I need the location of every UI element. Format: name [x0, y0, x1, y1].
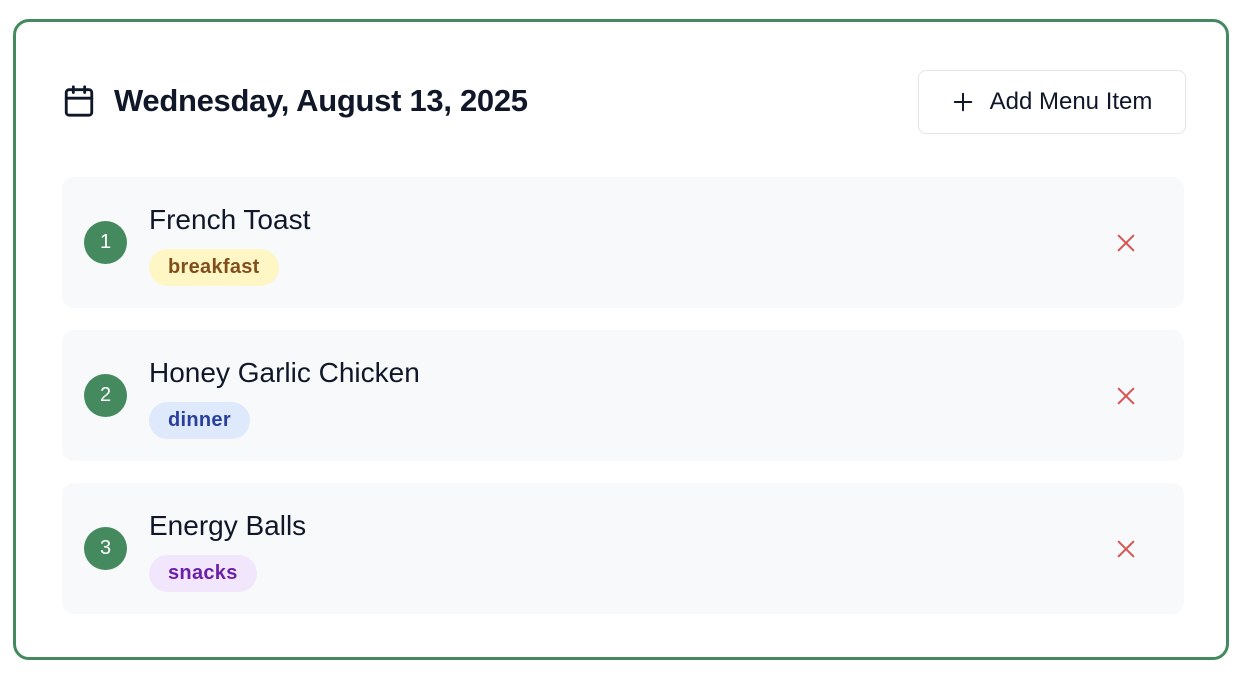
date-heading: Wednesday, August 13, 2025: [62, 68, 528, 134]
remove-item-button[interactable]: [1104, 527, 1147, 570]
item-name: Honey Garlic Chicken: [149, 357, 420, 388]
close-icon: [1115, 385, 1137, 407]
item-number-badge: 1: [84, 221, 127, 264]
category-badge: dinner: [149, 402, 250, 439]
category-badge: breakfast: [149, 249, 279, 286]
menu-day-card: Wednesday, August 13, 2025 Add Menu Item…: [13, 19, 1229, 660]
add-menu-item-button[interactable]: Add Menu Item: [918, 70, 1186, 134]
category-badge: snacks: [149, 555, 257, 592]
page-title: Wednesday, August 13, 2025: [114, 83, 528, 118]
item-number-badge: 2: [84, 374, 127, 417]
plus-icon: [952, 91, 974, 113]
list-item: 2 Honey Garlic Chicken dinner: [62, 330, 1184, 461]
item-name: French Toast: [149, 204, 311, 235]
close-icon: [1115, 232, 1137, 254]
card-header: Wednesday, August 13, 2025 Add Menu Item: [62, 68, 1186, 134]
remove-item-button[interactable]: [1104, 221, 1147, 264]
list-item: 3 Energy Balls snacks: [62, 483, 1184, 614]
close-icon: [1115, 538, 1137, 560]
add-menu-item-label: Add Menu Item: [989, 88, 1153, 115]
remove-item-button[interactable]: [1104, 374, 1147, 417]
menu-item-list: 1 French Toast breakfast 2 Honey Garlic …: [62, 177, 1186, 636]
item-number-badge: 3: [84, 527, 127, 570]
item-name: Energy Balls: [149, 510, 307, 541]
calendar-icon: [62, 84, 96, 118]
list-item: 1 French Toast breakfast: [62, 177, 1184, 308]
